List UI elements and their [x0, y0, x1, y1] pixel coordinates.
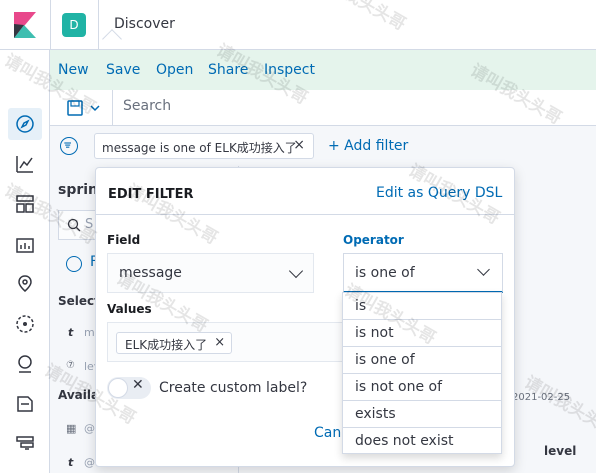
unknown-type-icon: ⑦: [66, 360, 75, 371]
ml-icon[interactable]: [13, 312, 37, 336]
header-divider: [98, 0, 99, 50]
value-chip-label: ELK成功接入了: [125, 338, 208, 352]
chevron-down-icon[interactable]: [288, 263, 304, 279]
page-title: Discover: [114, 16, 175, 32]
chevron-down-icon[interactable]: [477, 263, 490, 276]
new-button[interactable]: New: [58, 62, 89, 78]
popover-divider: [96, 214, 514, 215]
kibana-logo-icon[interactable]: [14, 12, 36, 38]
visualize-icon[interactable]: [13, 152, 37, 176]
share-button[interactable]: Share: [208, 62, 248, 78]
filter-options-icon[interactable]: [60, 137, 78, 155]
query-bar-divider: [112, 90, 113, 126]
dashboard-icon[interactable]: [13, 192, 37, 216]
date-type-icon: ▦: [66, 422, 77, 435]
filter-pill[interactable]: message is one of ELK成功接入了 ×: [94, 133, 314, 159]
popover-title: EDIT FILTER: [108, 187, 194, 202]
saved-query-icon[interactable]: [64, 96, 108, 120]
values-combobox[interactable]: ELK成功接入了 ×: [107, 322, 347, 362]
string-type-icon: t: [68, 456, 74, 469]
values-label: Values: [107, 302, 152, 316]
inspect-button[interactable]: Inspect: [264, 62, 315, 78]
field-search-input[interactable]: S: [58, 210, 98, 240]
space-avatar[interactable]: D: [62, 13, 86, 37]
string-type-icon: t: [68, 326, 74, 339]
operator-combobox[interactable]: is one of: [343, 253, 503, 293]
header-divider: [50, 0, 51, 50]
filter-bar: message is one of ELK成功接入了 × + Add filte…: [50, 126, 596, 166]
operator-option-is-not-one-of[interactable]: is not one of: [343, 374, 501, 401]
top-header: D Discover: [0, 0, 596, 50]
canvas-icon[interactable]: [13, 232, 37, 256]
field-name[interactable]: m: [84, 326, 95, 339]
logs-icon[interactable]: [13, 392, 37, 416]
operator-label: Operator: [343, 233, 404, 247]
save-button[interactable]: Save: [106, 62, 140, 78]
selected-fields-heading: Select: [58, 294, 100, 308]
operator-option-exists[interactable]: exists: [343, 401, 501, 428]
query-bar: Search: [50, 90, 596, 126]
compass-icon[interactable]: [13, 112, 37, 136]
edit-as-dsl-button[interactable]: Edit as Query DSL: [376, 185, 502, 201]
open-button[interactable]: Open: [156, 62, 193, 78]
infrastructure-icon[interactable]: [13, 352, 37, 376]
search-icon: [67, 218, 81, 232]
timestamp-cell: 2021-02-25: [512, 392, 571, 403]
apm-icon[interactable]: [13, 432, 37, 456]
search-input[interactable]: Search: [123, 98, 171, 114]
operator-dropdown: is is not is one of is not one of exists…: [342, 292, 502, 454]
cancel-button[interactable]: Can: [314, 425, 341, 441]
column-header-level[interactable]: level: [544, 444, 576, 458]
field-combobox-value: message: [119, 265, 182, 281]
operator-option-does-not-exist[interactable]: does not exist: [343, 428, 501, 455]
custom-label-toggle[interactable]: ✕: [107, 377, 151, 399]
operator-option-is-not[interactable]: is not: [343, 320, 501, 347]
field-search-placeholder: S: [85, 217, 94, 232]
remove-value-icon[interactable]: ×: [214, 335, 225, 350]
remove-filter-icon[interactable]: ×: [293, 137, 305, 153]
toggle-knob: [108, 378, 128, 398]
add-filter-button[interactable]: + Add filter: [328, 138, 408, 154]
operator-option-is[interactable]: is: [343, 293, 501, 320]
operator-option-is-one-of[interactable]: is one of: [343, 347, 501, 374]
field-name[interactable]: @: [84, 456, 95, 469]
maps-icon[interactable]: [13, 272, 37, 296]
available-fields-heading: Availa: [58, 388, 100, 402]
field-filter-icon[interactable]: [66, 256, 82, 272]
field-name[interactable]: @: [84, 422, 95, 435]
custom-label-text: Create custom label?: [159, 380, 308, 396]
value-chip: ELK成功接入了 ×: [116, 332, 233, 354]
operator-combobox-value: is one of: [355, 265, 415, 281]
top-nav-menu: New Save Open Share Inspect: [50, 50, 596, 90]
field-combobox[interactable]: message: [107, 253, 314, 293]
field-label: Field: [107, 233, 141, 247]
toggle-off-icon: ✕: [132, 377, 144, 393]
left-nav: [0, 50, 50, 473]
filter-pill-label: message is one of ELK成功接入了: [102, 141, 297, 155]
